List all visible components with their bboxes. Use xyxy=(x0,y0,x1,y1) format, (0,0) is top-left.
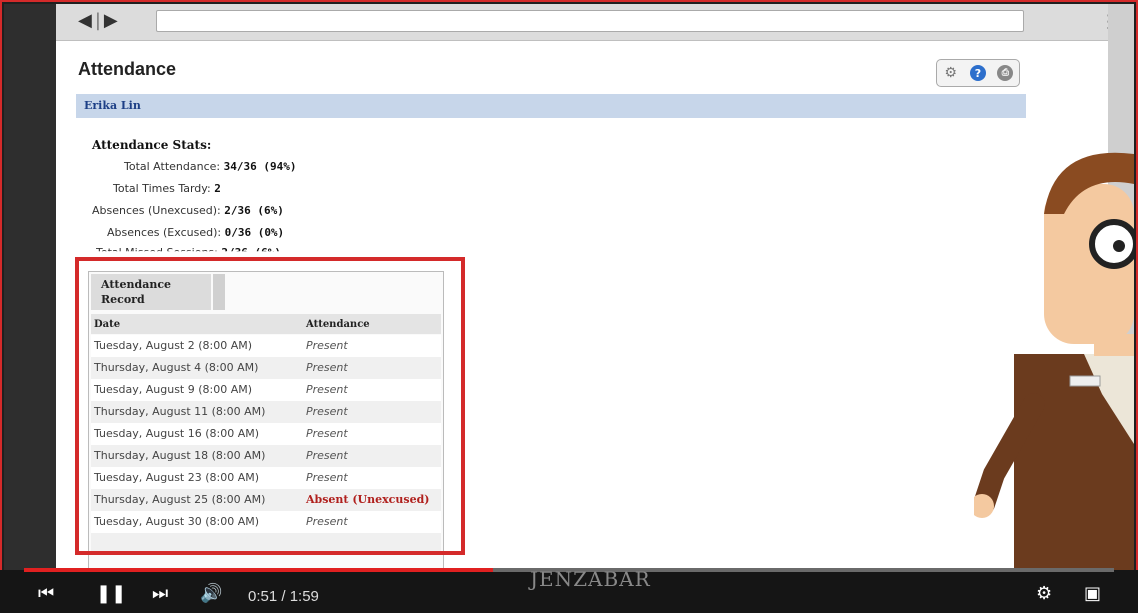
character-badge xyxy=(1069,375,1101,387)
browser-toolbar: ◀|▶ ☰ xyxy=(56,4,1124,41)
character-glasses xyxy=(1089,219,1134,269)
time-display: 0:51 / 1:59 xyxy=(248,588,319,605)
presenter-character xyxy=(974,152,1134,570)
previous-icon[interactable]: ⏮ xyxy=(38,583,54,604)
forward-arrow-icon[interactable]: ▶ xyxy=(104,10,118,31)
stat-times-tardy: Total Times Tardy: 2 xyxy=(113,182,221,195)
settings-gear-icon[interactable]: ⚙ xyxy=(1036,583,1052,604)
gear-icon[interactable]: ⚙ xyxy=(943,65,959,81)
stat-absences-unexcused: Absences (Unexcused): 2/36 (6%) xyxy=(92,204,284,217)
page-tools: ⚙ ? ⎙ xyxy=(936,59,1020,87)
print-icon[interactable]: ⎙ xyxy=(997,65,1014,81)
video-content[interactable]: ◀|▶ ☰ Attendance ⚙ ? ⎙ Erika Lin Attenda… xyxy=(4,4,1134,570)
address-bar[interactable] xyxy=(156,10,1024,32)
student-header: Erika Lin xyxy=(76,94,1026,118)
stat-total-attendance: Total Attendance: 34/36 (94%) xyxy=(124,160,297,173)
back-arrow-icon[interactable]: ◀ xyxy=(78,10,92,31)
jenzabar-logo: JENZABAR xyxy=(530,567,651,591)
volume-icon[interactable]: 🔊 xyxy=(200,583,222,604)
page-title: Attendance xyxy=(78,59,177,79)
help-icon[interactable]: ? xyxy=(969,65,986,81)
character-neck xyxy=(1094,334,1134,356)
stat-absences-excused: Absences (Excused): 0/36 (0%) xyxy=(107,226,285,239)
progress-played xyxy=(24,568,493,572)
student-name: Erika Lin xyxy=(84,99,141,112)
video-left-margin xyxy=(4,4,56,570)
miniplayer-icon[interactable]: ▣ xyxy=(1084,583,1101,604)
stats-title: Attendance Stats: xyxy=(92,138,212,152)
character-eye xyxy=(1113,240,1125,252)
browser-nav-arrows: ◀ | ▶ xyxy=(78,10,118,31)
highlight-box xyxy=(75,257,465,555)
pause-icon[interactable]: ❚❚ xyxy=(96,583,126,604)
next-icon[interactable]: ⏭ xyxy=(152,583,168,604)
